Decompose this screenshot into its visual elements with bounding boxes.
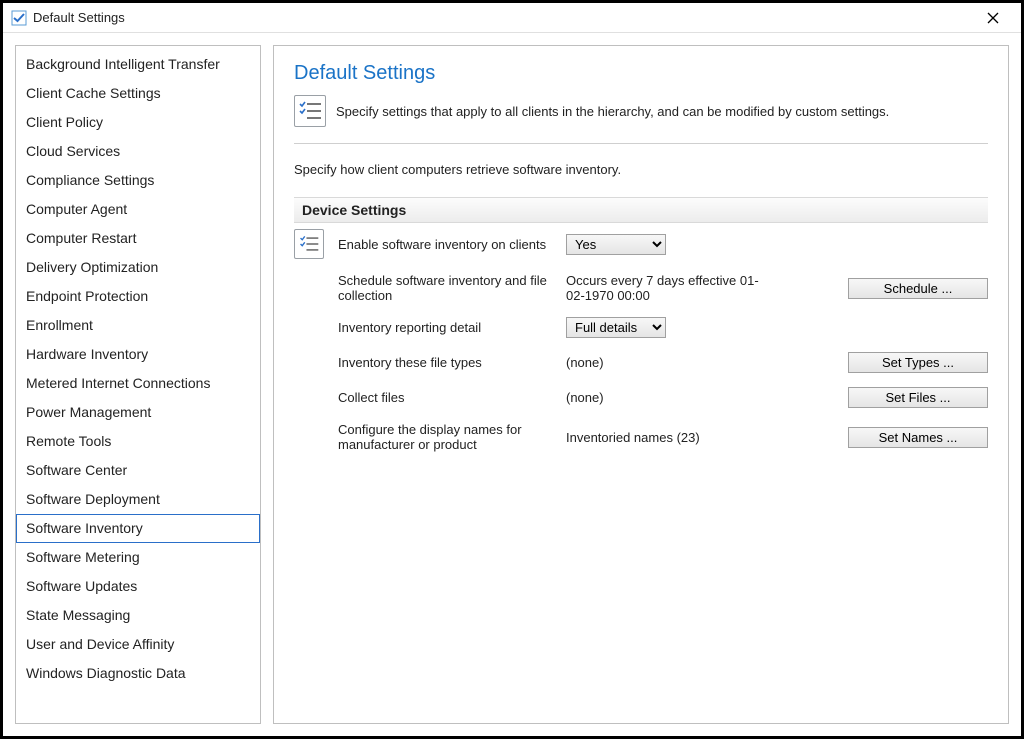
sidebar-item-background-intelligent-transfer[interactable]: Background Intelligent Transfer — [16, 50, 260, 79]
set-types-button[interactable]: Set Types ... — [848, 352, 988, 373]
sidebar-item-client-policy[interactable]: Client Policy — [16, 108, 260, 137]
sidebar: Background Intelligent TransferClient Ca… — [15, 45, 261, 724]
sidebar-item-compliance-settings[interactable]: Compliance Settings — [16, 166, 260, 195]
enable-select[interactable]: Yes — [566, 234, 666, 255]
sidebar-item-endpoint-protection[interactable]: Endpoint Protection — [16, 282, 260, 311]
app-icon — [11, 10, 27, 26]
close-icon — [987, 12, 999, 24]
sidebar-item-state-messaging[interactable]: State Messaging — [16, 601, 260, 630]
detail-label: Inventory reporting detail — [338, 320, 558, 335]
sidebar-item-metered-internet-connections[interactable]: Metered Internet Connections — [16, 369, 260, 398]
sidebar-item-windows-diagnostic-data[interactable]: Windows Diagnostic Data — [16, 659, 260, 688]
sidebar-item-hardware-inventory[interactable]: Hardware Inventory — [16, 340, 260, 369]
sidebar-item-remote-tools[interactable]: Remote Tools — [16, 427, 260, 456]
sidebar-item-software-inventory[interactable]: Software Inventory — [16, 514, 260, 543]
titlebar: Default Settings — [3, 3, 1021, 33]
sidebar-item-software-metering[interactable]: Software Metering — [16, 543, 260, 572]
types-value: (none) — [566, 355, 776, 370]
schedule-label: Schedule software inventory and file col… — [338, 273, 558, 303]
settings-grid: Enable software inventory on clients Yes… — [294, 229, 988, 452]
set-names-button[interactable]: Set Names ... — [848, 427, 988, 448]
window-title: Default Settings — [33, 10, 125, 25]
settings-list-icon — [294, 229, 324, 259]
sidebar-item-client-cache-settings[interactable]: Client Cache Settings — [16, 79, 260, 108]
main-panel: Default Settings Specify settings that a… — [273, 45, 1009, 724]
settings-list-icon — [294, 95, 326, 127]
detail-select[interactable]: Full details — [566, 317, 666, 338]
window-root: Default Settings Background Intelligent … — [0, 0, 1024, 739]
sidebar-item-computer-restart[interactable]: Computer Restart — [16, 224, 260, 253]
types-label: Inventory these file types — [338, 355, 558, 370]
sidebar-item-delivery-optimization[interactable]: Delivery Optimization — [16, 253, 260, 282]
sidebar-item-software-deployment[interactable]: Software Deployment — [16, 485, 260, 514]
sidebar-item-software-center[interactable]: Software Center — [16, 456, 260, 485]
section-header: Device Settings — [294, 197, 988, 223]
sidebar-item-software-updates[interactable]: Software Updates — [16, 572, 260, 601]
close-button[interactable] — [973, 3, 1013, 32]
set-files-button[interactable]: Set Files ... — [848, 387, 988, 408]
sidebar-item-cloud-services[interactable]: Cloud Services — [16, 137, 260, 166]
sidebar-item-user-and-device-affinity[interactable]: User and Device Affinity — [16, 630, 260, 659]
sidebar-item-power-management[interactable]: Power Management — [16, 398, 260, 427]
intro-row: Specify settings that apply to all clien… — [294, 95, 988, 127]
separator — [294, 143, 988, 144]
names-value: Inventoried names (23) — [566, 430, 776, 445]
collect-value: (none) — [566, 390, 776, 405]
enable-label: Enable software inventory on clients — [338, 237, 558, 252]
intro-text: Specify settings that apply to all clien… — [336, 104, 889, 119]
section-intro: Specify how client computers retrieve so… — [294, 162, 988, 177]
collect-label: Collect files — [338, 390, 558, 405]
schedule-button[interactable]: Schedule ... — [848, 278, 988, 299]
schedule-value: Occurs every 7 days effective 01-02-1970… — [566, 273, 776, 303]
sidebar-item-computer-agent[interactable]: Computer Agent — [16, 195, 260, 224]
body: Background Intelligent TransferClient Ca… — [3, 33, 1021, 736]
page-title: Default Settings — [294, 62, 988, 85]
names-label: Configure the display names for manufact… — [338, 422, 558, 452]
sidebar-item-enrollment[interactable]: Enrollment — [16, 311, 260, 340]
